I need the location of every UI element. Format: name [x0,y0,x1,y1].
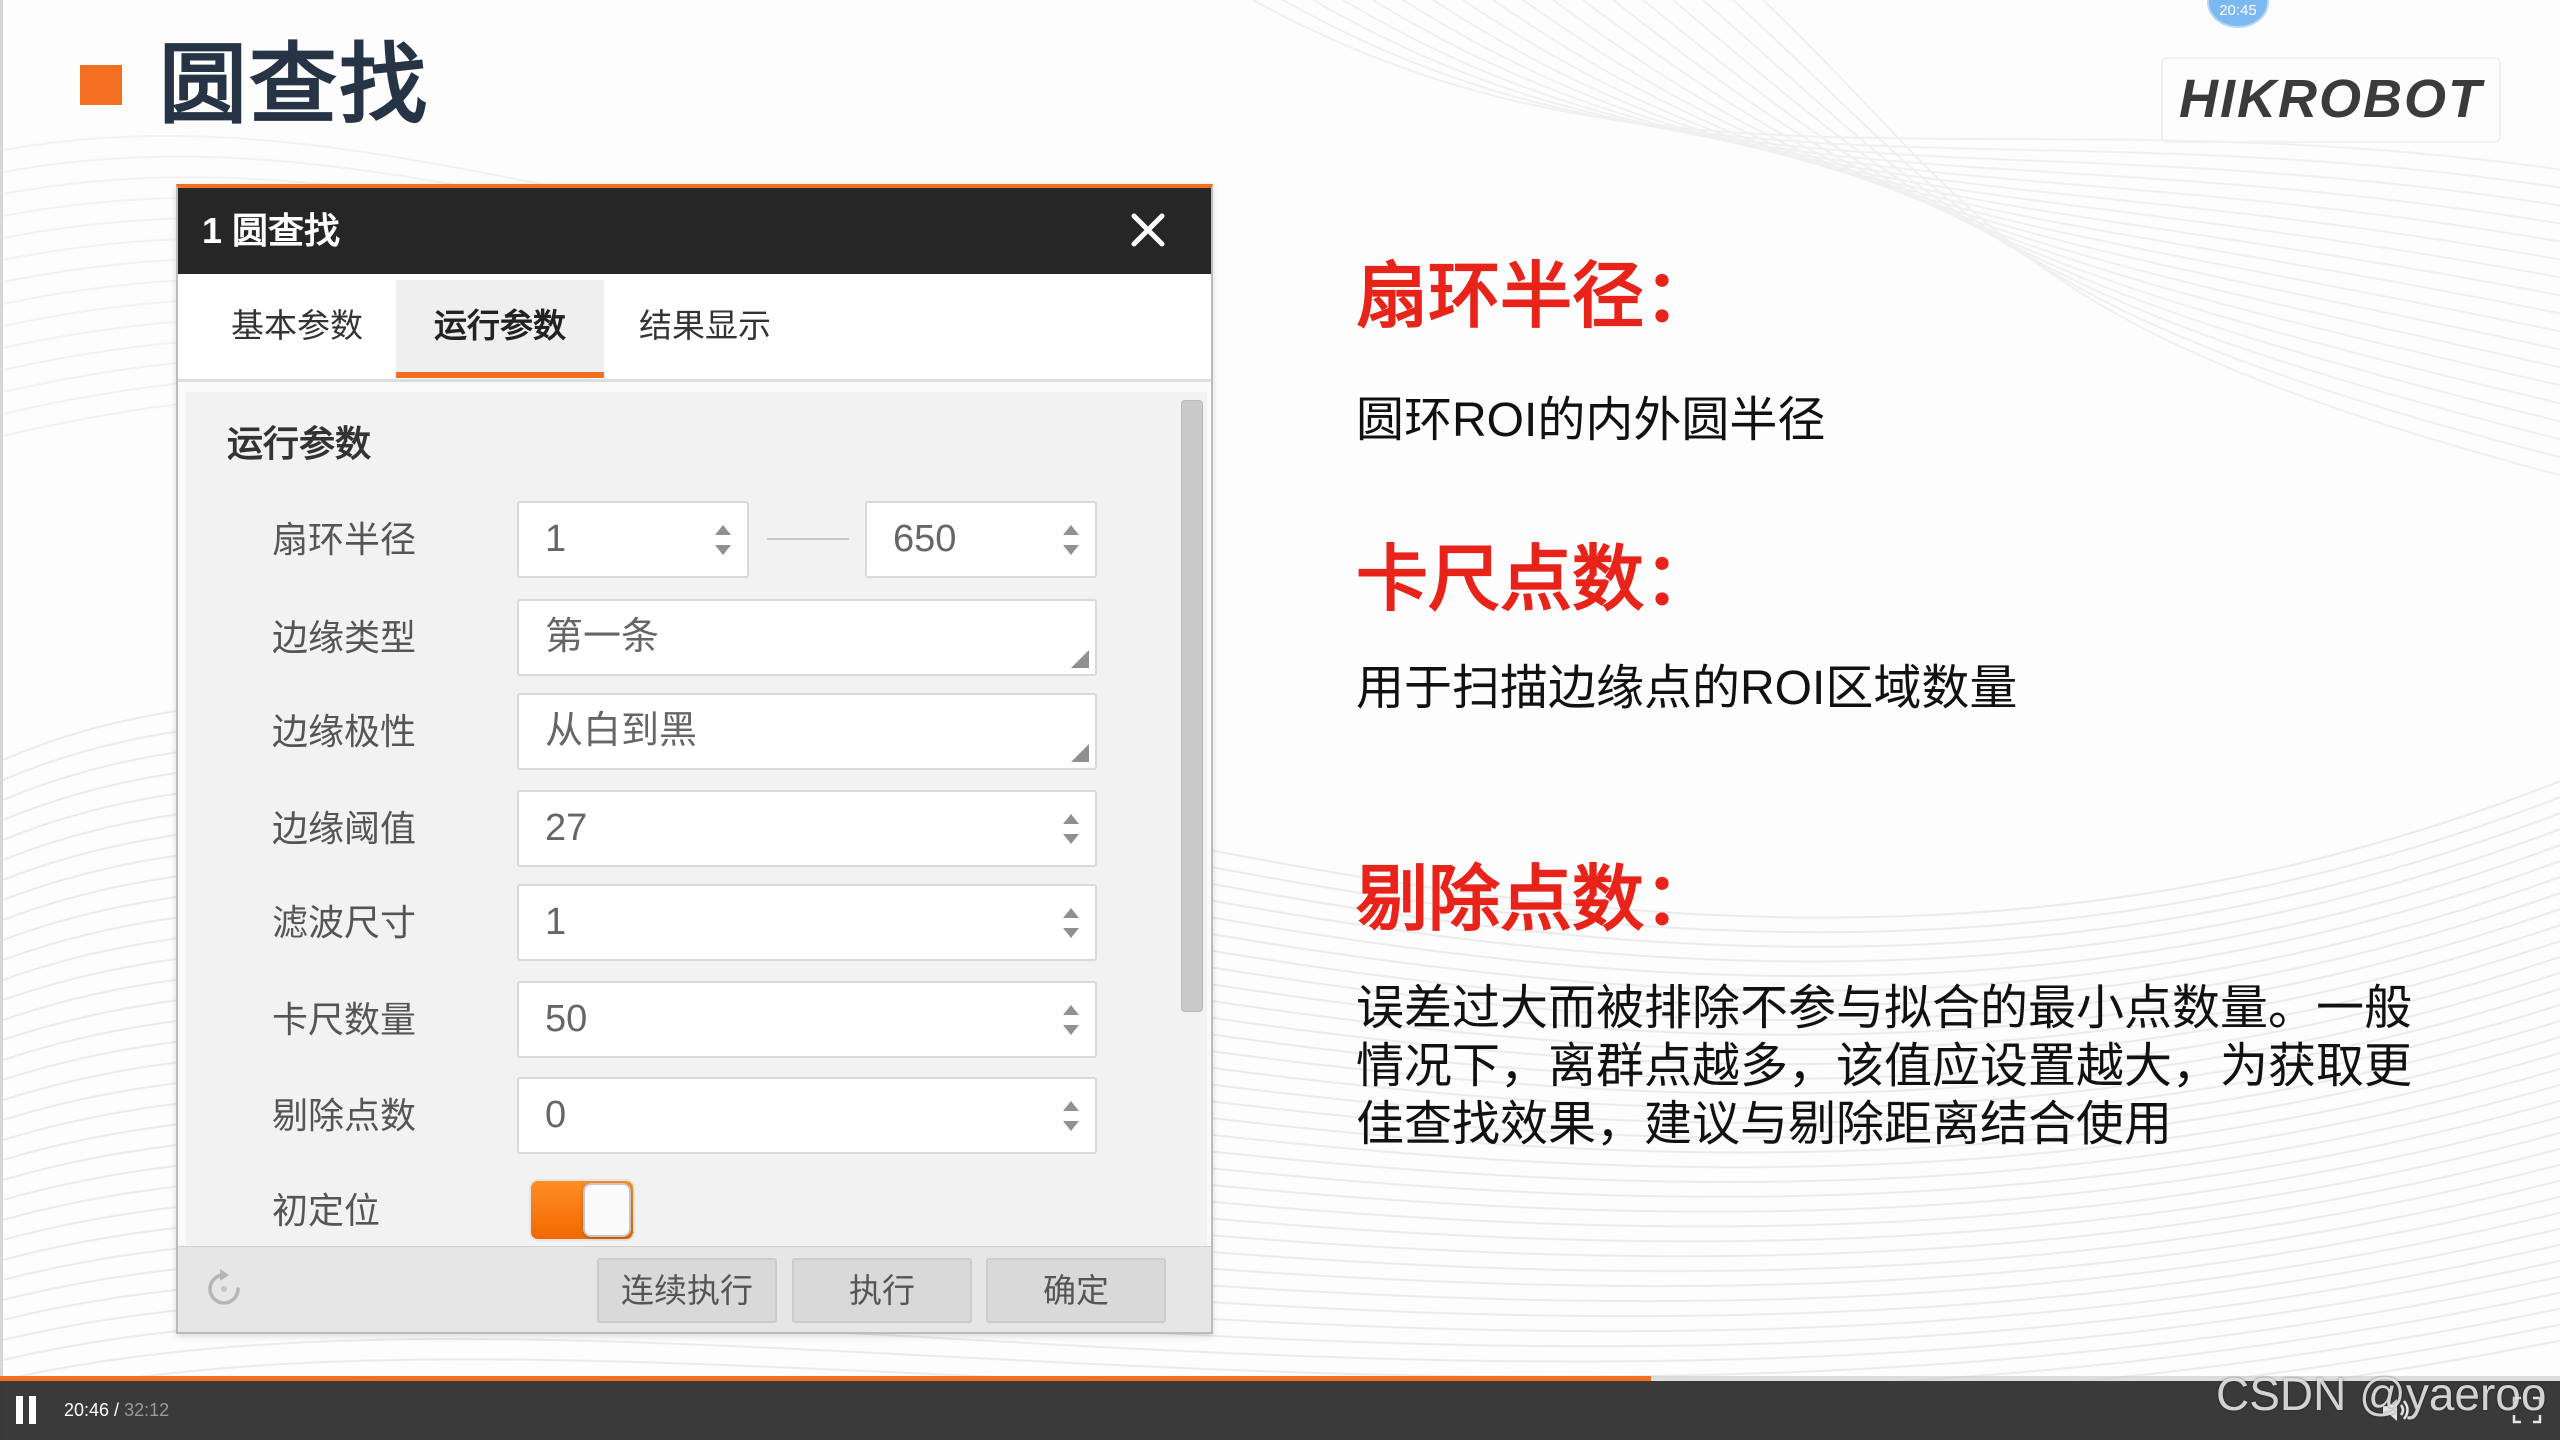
caliper-count-label: 卡尺数量 [272,999,417,1040]
spin-arrows-icon[interactable] [1059,995,1083,1045]
filter-size-input[interactable] [519,886,1095,959]
sector-radius-label: 扇环半径 [272,519,417,560]
range-separator [767,538,849,540]
pause-bar [16,1396,23,1424]
title-accent-square [80,65,122,105]
note-body-reject-points-line: 情况下，离群点越多，该值应设置越大，为获取更 [1356,1040,2413,1093]
spin-arrows-icon[interactable] [1059,515,1083,565]
dialog-tabs: 基本参数 运行参数 结果显示 [178,274,1211,382]
note-body-caliper-points: 用于扫描边缘点的ROI区域数量 [1356,662,2018,715]
scrollbar-thumb[interactable] [1181,400,1203,1012]
edge-type-value: 第一条 [545,616,660,658]
edge-polarity-label: 边缘极性 [272,711,417,752]
row-edge-type: 边缘类型 第一条 [186,599,1166,676]
tab-run-params[interactable]: 运行参数 [396,280,604,378]
edge-type-label: 边缘类型 [272,617,417,658]
toggle-knob[interactable] [583,1183,631,1237]
filter-size-label: 滤波尺寸 [272,902,417,943]
reject-count-spinbox[interactable] [517,1077,1097,1154]
row-edge-polarity: 边缘极性 从白到黑 [186,693,1166,770]
spin-arrows-icon[interactable] [1059,804,1083,854]
section-title: 运行参数 [227,423,372,464]
spin-arrows-icon[interactable] [1059,1091,1083,1141]
slide: 圆查找 HIKROBOT 20:45 1 圆查找 基本参数 运行参数 结果显示 … [0,0,2560,1440]
sector-radius-max-spinbox[interactable] [865,501,1097,578]
note-body-reject-points-line: 误差过大而被排除不参与拟合的最小点数量。一般 [1356,982,2413,1035]
reject-count-input[interactable] [519,1079,1095,1152]
csdn-watermark: CSDN @yaeroo [2216,1368,2547,1420]
pause-bar [29,1396,36,1424]
slide-title: 圆查找 [159,35,430,134]
edge-type-select[interactable]: 第一条 [517,599,1097,676]
edge-polarity-select[interactable]: 从白到黑 [517,693,1097,770]
note-heading-caliper-points: 卡尺点数： [1356,540,1717,620]
edge-threshold-input[interactable] [519,792,1095,865]
playback-time: 20:46 / 32:12 [64,1398,169,1422]
refresh-icon[interactable] [202,1267,246,1311]
note-heading-sector-radius: 扇环半径： [1356,257,1717,337]
panel-scrollbar[interactable] [1179,400,1205,1240]
run-button[interactable]: 执行 [792,1258,972,1323]
initial-positioning-toggle[interactable] [529,1179,635,1241]
close-icon[interactable] [1126,208,1170,252]
caliper-count-input[interactable] [519,983,1095,1056]
dialog-button-bar: 连续执行 执行 确定 [178,1246,1211,1332]
dialog-title: 1 圆查找 [202,210,341,251]
time-badge-label: 20:45 [2219,2,2257,19]
row-filter-size: 滤波尺寸 [186,884,1166,961]
tab-basic-params[interactable]: 基本参数 [199,280,395,378]
sector-radius-min-spinbox[interactable] [517,501,749,578]
row-edge-threshold: 边缘阈值 [186,790,1166,867]
dropdown-corner-icon [1071,650,1089,668]
current-time: 20:46 [64,1400,110,1420]
edge-threshold-label: 边缘阈值 [272,808,417,849]
continuous-run-button[interactable]: 连续执行 [597,1258,777,1323]
edge-polarity-value: 从白到黑 [545,710,698,752]
caliper-count-spinbox[interactable] [517,981,1097,1058]
confirm-button[interactable]: 确定 [986,1258,1166,1323]
row-initial-positioning: 初定位 [186,1172,1166,1246]
dialog-titlebar[interactable]: 1 圆查找 [178,188,1211,274]
row-caliper-count: 卡尺数量 [186,981,1166,1058]
dropdown-corner-icon [1071,744,1089,762]
spin-arrows-icon[interactable] [711,515,735,565]
tab-result-display[interactable]: 结果显示 [607,280,803,378]
run-params-panel: 运行参数 扇环半径 边缘类型 第一条 [186,392,1207,1246]
video-controls: 20:46 / 32:12 [0,1381,2560,1440]
note-heading-reject-points: 剔除点数： [1356,860,1717,940]
filter-size-spinbox[interactable] [517,884,1097,961]
time-separator: / [109,1400,125,1420]
row-sector-radius: 扇环半径 [186,501,1166,578]
total-time: 32:12 [124,1400,170,1420]
note-body-reject-points-line: 佳查找效果，建议与剔除距离结合使用 [1356,1098,2173,1151]
edge-threshold-spinbox[interactable] [517,790,1097,867]
initial-positioning-label: 初定位 [272,1190,381,1231]
pause-icon[interactable] [16,1396,38,1424]
row-reject-count: 剔除点数 [186,1077,1166,1154]
circle-find-dialog: 1 圆查找 基本参数 运行参数 结果显示 运行参数 扇环半径 1 650 边缘类… [176,184,1213,1334]
reject-count-label: 剔除点数 [272,1095,417,1136]
note-body-sector-radius: 圆环ROI的内外圆半径 [1356,394,1826,447]
hikrobot-logo: HIKROBOT [2179,69,2483,129]
spin-arrows-icon[interactable] [1059,898,1083,948]
